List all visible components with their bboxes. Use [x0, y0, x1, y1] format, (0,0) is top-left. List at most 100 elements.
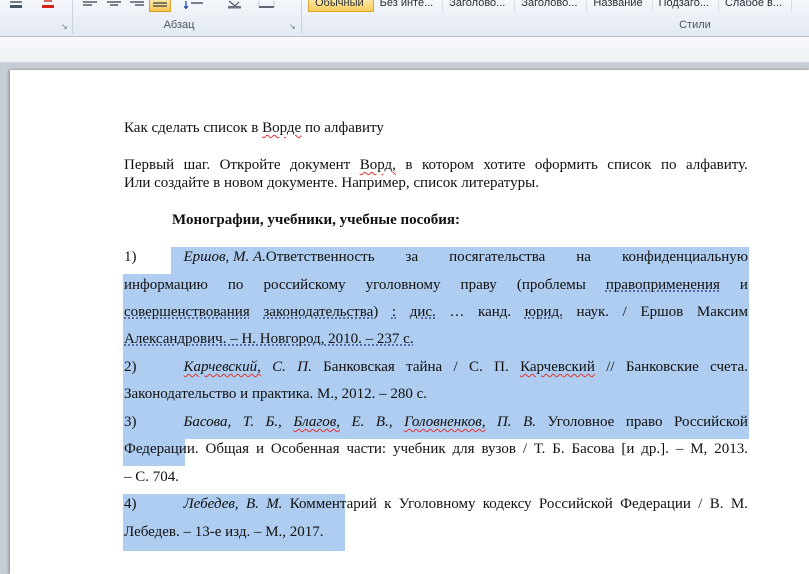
styles-gallery: Обычный Без инте... Заголово... Заголово...… [308, 0, 809, 13]
word: и [739, 277, 748, 293]
word: учебник [392, 441, 446, 457]
word: : [391, 304, 397, 320]
style-option[interactable]: Название [587, 0, 653, 11]
word: Банковская [323, 359, 395, 375]
list-number: 3) [124, 414, 137, 430]
word: / [522, 441, 528, 457]
word: С. [469, 359, 483, 375]
doc-title: Как сделать список в Ворде по алфавиту [124, 120, 384, 136]
list-item: 2) Карчевский, С. П. Банковская тайна / С. П. Кар… [124, 359, 748, 375]
group-separator [301, 0, 302, 34]
word: Банковские [625, 359, 699, 375]
word: вузов [481, 441, 516, 457]
word: посягательства [449, 249, 546, 265]
list-item: 4) Лебедев, В. М. Комментарий к Уголовному коде… [124, 496, 748, 512]
word: / [698, 496, 703, 512]
word: Общая [205, 441, 250, 457]
intro-line: Или создайте в новом документе. Например… [124, 175, 539, 191]
word: Особенная [270, 441, 340, 457]
word: части: [346, 441, 387, 457]
ruler-band [0, 37, 809, 63]
word: уголовному [365, 277, 441, 293]
ribbon: ↘ Абзац ↘ Обычный Без инте... Заголово... З… [0, 0, 809, 37]
word: для [452, 441, 475, 457]
word: Ответственность [265, 249, 375, 265]
style-option[interactable]: Без инте... [374, 0, 444, 11]
word: совершенствования [124, 304, 250, 320]
align-center-icon[interactable] [106, 0, 122, 8]
word: Б. [552, 441, 565, 457]
word: конфиденциальную [621, 249, 748, 265]
word: на [576, 249, 591, 265]
word: Карчевский [520, 359, 595, 375]
word: / [453, 359, 458, 375]
word: Федерации [620, 496, 691, 512]
word: российскому [263, 277, 346, 293]
word: Ершов [640, 304, 684, 320]
word: 2013. [714, 441, 748, 457]
word: В. [523, 414, 536, 430]
word: М, [690, 441, 708, 457]
word: Российской [538, 496, 613, 512]
word: Комментарий [289, 496, 377, 512]
word: / [622, 304, 627, 320]
style-option[interactable]: Подзаго... [653, 0, 719, 11]
word: Российской [673, 414, 748, 430]
list-item-line: Федерации. Общая и Особенная части: учебник дл… [124, 441, 748, 458]
align-right-icon[interactable] [129, 0, 145, 8]
list-number: 4) [124, 496, 137, 512]
word: Уголовное [547, 414, 615, 430]
section-heading: Монографии, учебники, учебные пособия: [172, 212, 461, 228]
shading-icon[interactable] [226, 0, 244, 9]
list-item: 3) Басова, Т. Б., Благов, Е. В., Головненков, П.… [124, 414, 748, 430]
word: оформить [534, 157, 598, 173]
style-option[interactable]: Обычный [308, 0, 374, 12]
align-left-icon[interactable] [82, 0, 98, 8]
word: П. [496, 414, 512, 430]
word: в [405, 157, 413, 173]
word: праву [460, 277, 497, 293]
word: юрид. [524, 304, 563, 320]
word: наук. [576, 304, 610, 320]
group-separator [72, 0, 73, 34]
word: шаг. [183, 157, 211, 173]
style-option[interactable]: Заголово... [443, 0, 516, 11]
word: Федерации. [124, 441, 199, 457]
borders-icon[interactable] [258, 0, 276, 9]
word: за [405, 249, 419, 265]
styles-group-label: Стили [679, 19, 711, 31]
font-color-icon[interactable] [40, 0, 56, 9]
style-option[interactable]: Слабое в... [719, 0, 793, 11]
word: алфавиту. [685, 157, 748, 173]
list-item-line: информацию по российскому уголовному праву (п… [124, 277, 748, 294]
style-option[interactable]: Заголово... [515, 0, 588, 11]
word: В. [245, 496, 259, 512]
intro-line: Первый шаг. Откройте документ Ворд, в котором х… [124, 157, 748, 174]
word: к [384, 496, 392, 512]
font-dialog-launcher-icon[interactable]: ↘ [61, 22, 68, 31]
list-number: 1) Ершов, М. А. [124, 249, 266, 265]
word: тайна [406, 359, 443, 375]
word: … [449, 304, 465, 320]
word: хотите [483, 157, 526, 173]
list-item-line: Лебедев. – 13-е изд. – М., 2017. [124, 524, 324, 540]
list-number: 2) [124, 359, 137, 375]
word: Ворд, [359, 157, 396, 173]
word: [и [621, 441, 635, 457]
line-spacing-icon[interactable] [184, 0, 204, 9]
word: П. [297, 359, 312, 375]
paragraph-group-label: Абзац [163, 19, 195, 31]
text-highlight-icon[interactable] [8, 0, 24, 9]
justify-icon[interactable] [149, 0, 171, 12]
word: счета. [710, 359, 748, 375]
list-item-line: Александрович. – Н. Новгород, 2010. – 23… [124, 331, 414, 347]
paragraph-dialog-launcher-icon[interactable]: ↘ [289, 22, 296, 31]
word: Откройте [219, 157, 281, 173]
word: и [255, 441, 264, 457]
list-item-line: Законодательство и практика. М., 2012. –… [124, 386, 428, 402]
word: законодательства) [263, 304, 379, 320]
word: Уголовному [398, 496, 476, 512]
word: М. [266, 496, 283, 512]
word: Басова [571, 441, 615, 457]
word: С. [272, 359, 286, 375]
